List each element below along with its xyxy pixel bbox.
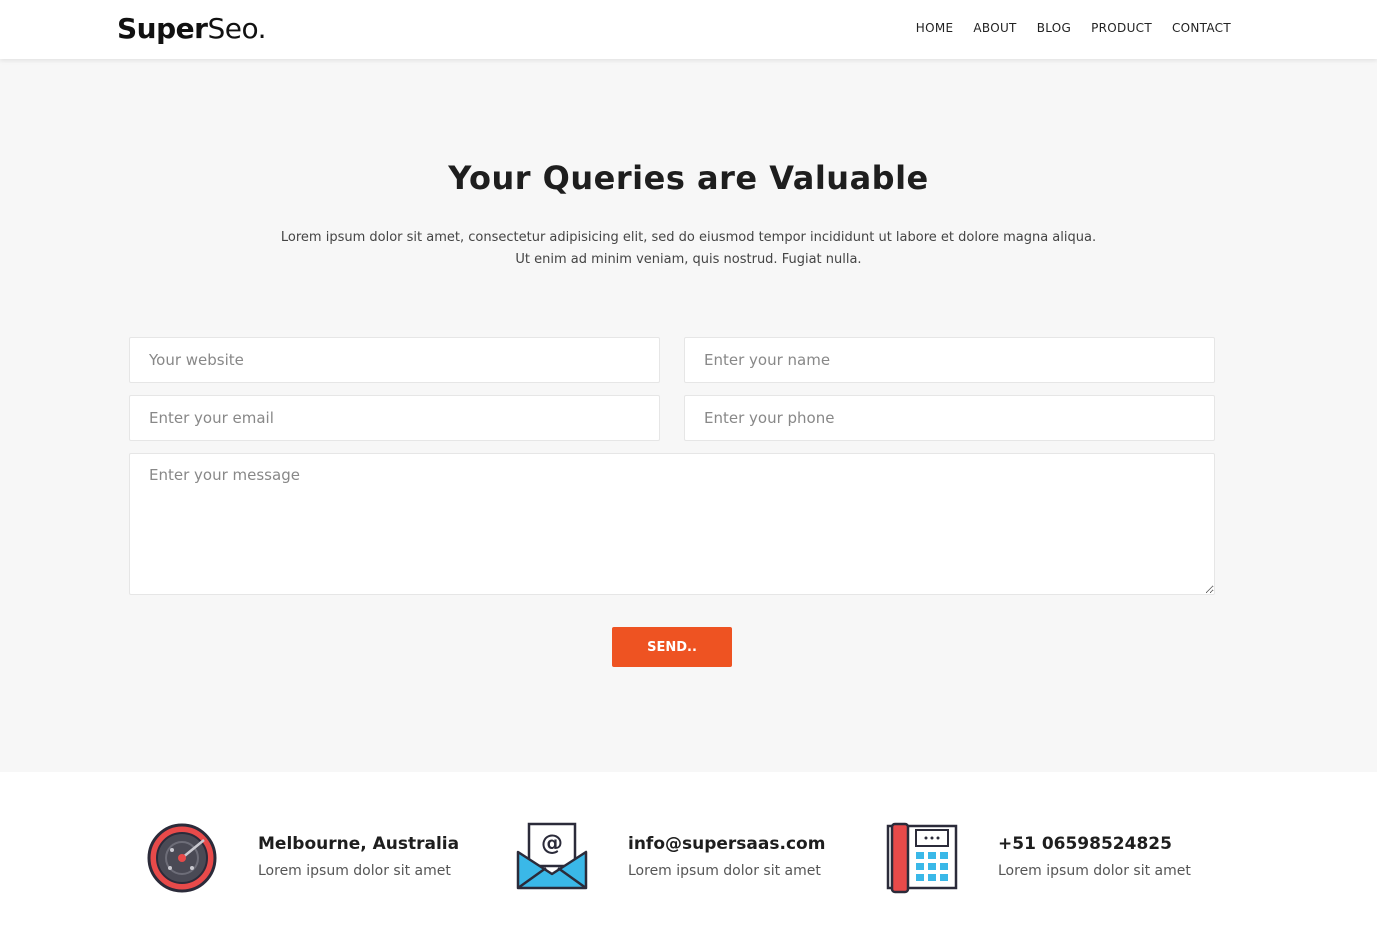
description-line-2: Ut enim ad minim veniam, quis nostrud. F… (515, 252, 862, 267)
website-input[interactable] (129, 337, 660, 383)
page-title: Your Queries are Valuable (448, 159, 929, 197)
contact-info-footer: Melbourne, Australia Lorem ipsum dolor s… (0, 772, 1377, 942)
contact-section: Your Queries are Valuable Lorem ipsum do… (0, 59, 1377, 772)
location-headline: Melbourne, Australia (258, 834, 460, 854)
logo-bold-text: Super (117, 12, 208, 45)
name-input[interactable] (684, 337, 1215, 383)
nav-home[interactable]: HOME (916, 21, 954, 35)
site-header: SuperSeo. HOME ABOUT BLOG PRODUCT CONTAC… (0, 0, 1377, 59)
phone-headline: +51 06598524825 (998, 834, 1172, 854)
page-description: Lorem ipsum dolor sit amet, consectetur … (0, 227, 1377, 271)
send-button[interactable]: SEND.. (612, 627, 732, 667)
nav-blog[interactable]: BLOG (1037, 21, 1071, 35)
radar-icon (147, 823, 217, 893)
nav-about[interactable]: ABOUT (973, 21, 1016, 35)
email-envelope-icon: @ (516, 822, 588, 890)
telephone-icon (886, 822, 958, 894)
nav-contact[interactable]: CONTACT (1172, 21, 1231, 35)
main-nav: HOME ABOUT BLOG PRODUCT CONTACT (916, 21, 1231, 35)
svg-text:@: @ (541, 831, 563, 856)
email-input[interactable] (129, 395, 660, 441)
email-subtext: Lorem ipsum dolor sit amet (628, 863, 821, 879)
logo-light-text: Seo. (207, 12, 266, 45)
phone-input[interactable] (684, 395, 1215, 441)
nav-product[interactable]: PRODUCT (1091, 21, 1152, 35)
message-textarea[interactable] (129, 453, 1215, 595)
description-line-1: Lorem ipsum dolor sit amet, consectetur … (280, 230, 1097, 245)
email-headline: info@supersaas.com (628, 834, 826, 854)
location-subtext: Lorem ipsum dolor sit amet (258, 863, 451, 879)
site-logo[interactable]: SuperSeo. (117, 12, 266, 45)
phone-subtext: Lorem ipsum dolor sit amet (998, 863, 1191, 879)
